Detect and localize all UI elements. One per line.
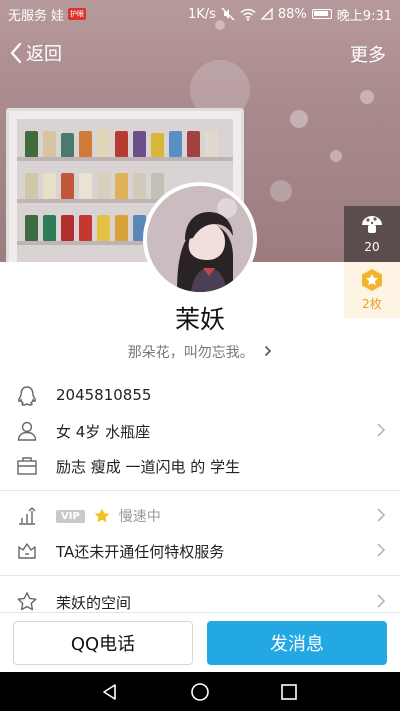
avatar[interactable] bbox=[143, 182, 257, 296]
recents-square-icon[interactable] bbox=[279, 682, 299, 702]
chevron-right-icon bbox=[377, 594, 386, 608]
privilege-text: TA还未开通任何特权服务 bbox=[56, 543, 225, 561]
net-speed: 1K/s bbox=[187, 6, 216, 22]
privilege-row[interactable]: TA还未开通任何特权服务 bbox=[0, 532, 400, 568]
vip-status: 慢速中 bbox=[118, 509, 161, 525]
status-bar: 无服务娃 护眼 1K/s 88% 晚上9:31 bbox=[0, 0, 400, 28]
vip-badge: VIP bbox=[56, 509, 85, 523]
back-button[interactable]: 返回 bbox=[10, 40, 62, 66]
status-badge: 护眼 bbox=[68, 8, 87, 20]
back-triangle-icon[interactable] bbox=[100, 682, 120, 702]
back-label: 返回 bbox=[26, 44, 62, 65]
system-nav-bar bbox=[0, 672, 400, 711]
cover-bokeh bbox=[360, 90, 374, 104]
signature-text: 那朵花，叫勿忘我。 bbox=[127, 345, 254, 361]
no-signal-icon bbox=[260, 8, 273, 20]
carrier-suffix: 娃 bbox=[51, 8, 65, 24]
crown-icon bbox=[18, 543, 36, 559]
level-row[interactable]: VIP 慢速中 bbox=[0, 497, 400, 533]
tags-row[interactable]: 励志 瘦成 一道闪电 的 学生 bbox=[0, 447, 400, 483]
chevron-right-icon bbox=[377, 543, 386, 557]
star-outline-icon bbox=[17, 592, 37, 611]
mushroom-like-icon bbox=[362, 216, 382, 233]
more-button[interactable]: 更多 bbox=[350, 41, 386, 67]
like-counter[interactable]: 20 bbox=[344, 206, 400, 262]
signature-link[interactable]: 那朵花，叫勿忘我。 bbox=[0, 342, 400, 362]
chevron-right-icon bbox=[377, 508, 386, 522]
chevron-right-icon bbox=[377, 423, 386, 437]
chevron-right-icon bbox=[265, 345, 272, 357]
avatar-image bbox=[147, 186, 253, 292]
cover-bokeh bbox=[330, 150, 342, 162]
top-nav: 返回 更多 bbox=[0, 36, 400, 72]
qzone-label: 茉妖的空间 bbox=[56, 594, 132, 612]
qq-number-row[interactable]: 2045810855 bbox=[0, 377, 400, 413]
penguin-icon bbox=[18, 386, 36, 406]
mute-icon bbox=[221, 7, 235, 21]
divider bbox=[0, 575, 400, 576]
qq-number: 2045810855 bbox=[56, 386, 152, 404]
divider bbox=[0, 490, 400, 491]
briefcase-icon bbox=[17, 457, 37, 475]
clock: 晚上9:31 bbox=[336, 8, 392, 24]
cover-bokeh bbox=[270, 180, 292, 202]
level-chart-icon bbox=[19, 507, 36, 525]
carrier-text: 无服务 bbox=[8, 8, 48, 24]
chevron-left-icon bbox=[10, 42, 22, 64]
profile-name: 茉妖 bbox=[174, 305, 225, 334]
basic-info-row[interactable]: 女 4岁 水瓶座 bbox=[0, 412, 400, 448]
action-bar: QQ电话 发消息 bbox=[0, 612, 400, 672]
battery-percent: 88% bbox=[277, 6, 307, 22]
star-icon bbox=[94, 508, 110, 523]
battery-icon bbox=[311, 9, 332, 19]
wifi-icon bbox=[240, 8, 256, 21]
cover-bokeh bbox=[290, 110, 308, 128]
home-circle-icon[interactable] bbox=[190, 682, 210, 702]
basic-info: 女 4岁 水瓶座 bbox=[56, 423, 151, 441]
send-message-button[interactable]: 发消息 bbox=[207, 621, 387, 665]
like-count: 20 bbox=[364, 240, 380, 254]
qq-call-button[interactable]: QQ电话 bbox=[13, 621, 193, 665]
person-icon bbox=[17, 421, 37, 441]
tags-text: 励志 瘦成 一道闪电 的 学生 bbox=[56, 458, 241, 476]
medal-icon bbox=[362, 269, 382, 291]
